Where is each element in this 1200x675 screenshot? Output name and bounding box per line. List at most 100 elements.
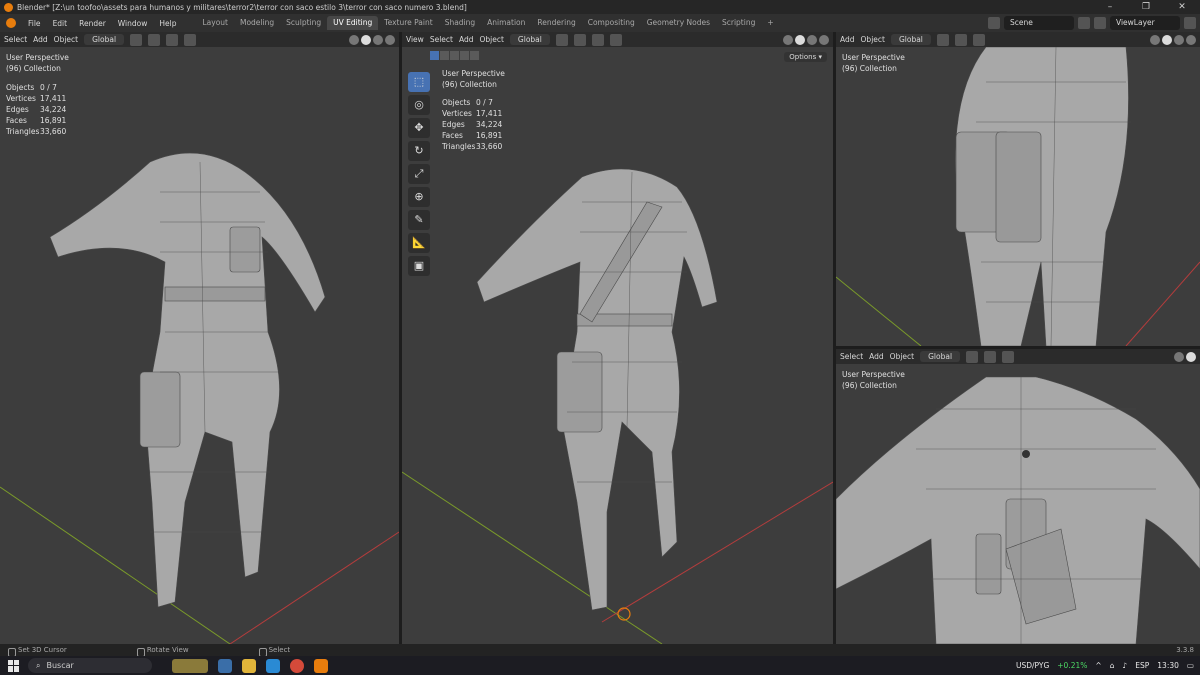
3d-cursor-icon[interactable] [617,607,631,621]
select-subtract-icon[interactable] [450,51,459,60]
object-menu[interactable]: Object [861,35,885,44]
tab-scripting[interactable]: Scripting [716,16,761,30]
scene-field[interactable]: Scene [1004,16,1074,30]
select-menu[interactable]: Select [430,35,453,44]
language-indicator[interactable]: ESP [1135,661,1149,670]
chevron-up-icon[interactable]: ^ [1095,661,1101,670]
rendered-shading-icon[interactable] [819,34,829,45]
snap-icon[interactable] [148,33,161,46]
tab-texture-paint[interactable]: Texture Paint [378,16,438,30]
remove-viewlayer-icon[interactable] [1184,17,1196,29]
rendered-shading-icon[interactable] [1186,34,1196,45]
menu-window[interactable]: Window [112,19,154,28]
tab-rendering[interactable]: Rendering [531,16,581,30]
news-widget-icon[interactable] [172,658,208,673]
object-menu[interactable]: Object [54,35,78,44]
wireframe-shading-icon[interactable] [1174,351,1184,362]
pivot-icon[interactable] [555,33,568,46]
viewport-top-right[interactable]: Add Object Global User Perspective (96) … [836,32,1200,346]
close-button[interactable]: ✕ [1164,0,1200,14]
tab-uv-editing[interactable]: UV Editing [327,16,379,30]
tab-animation[interactable]: Animation [481,16,531,30]
wireframe-shading-icon[interactable] [783,34,793,45]
rendered-shading-icon[interactable] [385,34,395,45]
select-intersect-icon[interactable] [470,51,479,60]
overlay-icon[interactable] [184,33,197,46]
annotate-tool-icon[interactable]: ✎ [408,210,430,230]
viewport-left[interactable]: Select Add Object Global User Perspectiv… [0,32,399,644]
file-explorer-icon[interactable] [242,658,256,673]
proportional-edit-icon[interactable] [166,33,179,46]
proportional-edit-icon[interactable] [591,33,604,46]
select-extend-icon[interactable] [440,51,449,60]
orientation-dropdown[interactable]: Global [920,351,961,362]
solid-shading-icon[interactable] [1186,351,1196,362]
tab-modeling[interactable]: Modeling [234,16,280,30]
pivot-icon[interactable] [936,33,949,46]
clock[interactable]: 13:30 [1157,661,1179,670]
material-shading-icon[interactable] [1174,34,1184,45]
menu-file[interactable]: File [22,19,47,28]
add-menu[interactable]: Add [840,35,855,44]
rotate-tool-icon[interactable]: ↻ [408,141,430,161]
tab-sculpting[interactable]: Sculpting [280,16,327,30]
menu-help[interactable]: Help [153,19,182,28]
object-menu[interactable]: Object [890,352,914,361]
object-menu[interactable]: Object [479,35,503,44]
select-new-icon[interactable] [430,51,439,60]
add-workspace-button[interactable]: + [761,16,779,30]
viewport-center[interactable]: View Select Add Object Global Options ▾ … [402,32,833,644]
overlay-icon[interactable] [972,33,985,46]
snap-icon[interactable] [954,33,967,46]
tab-shading[interactable]: Shading [439,16,481,30]
add-cube-tool-icon[interactable]: ▣ [408,256,430,276]
snap-icon[interactable] [573,33,586,46]
transform-tool-icon[interactable]: ⊕ [408,187,430,207]
measure-tool-icon[interactable]: 📐 [408,233,430,253]
cursor-tool-icon[interactable]: ◎ [408,95,430,115]
orientation-dropdown[interactable]: Global [890,34,931,45]
blender-menu-icon[interactable] [6,18,16,28]
volume-icon[interactable]: ♪ [1122,661,1127,670]
select-box-tool-icon[interactable]: ⬚ [408,72,430,92]
move-tool-icon[interactable]: ✥ [408,118,430,138]
scene-icon[interactable] [988,17,1000,29]
add-menu[interactable]: Add [33,35,48,44]
orientation-dropdown[interactable]: Global [509,34,550,45]
minimize-button[interactable]: – [1092,0,1128,14]
tab-layout[interactable]: Layout [196,16,234,30]
maximize-button[interactable]: ❐ [1128,0,1164,14]
edge-browser-icon[interactable] [266,658,280,673]
options-dropdown[interactable]: Options ▾ [784,52,827,62]
select-menu[interactable]: Select [840,352,863,361]
pivot-icon[interactable] [130,33,143,46]
viewlayer-field[interactable]: ViewLayer [1110,16,1180,30]
viewlayer-icon[interactable] [1094,17,1106,29]
select-invert-icon[interactable] [460,51,469,60]
menu-edit[interactable]: Edit [47,19,74,28]
material-shading-icon[interactable] [807,34,817,45]
chrome-browser-icon[interactable] [290,658,304,673]
wireframe-shading-icon[interactable] [1150,34,1160,45]
windows-start-icon[interactable] [8,659,20,672]
network-icon[interactable]: ⌂ [1110,661,1115,670]
solid-shading-icon[interactable] [1162,34,1172,45]
orientation-dropdown[interactable]: Global [84,34,125,45]
blender-taskbar-icon[interactable] [314,658,328,673]
menu-render[interactable]: Render [73,19,112,28]
viewport-bottom-right[interactable]: Select Add Object Global User Perspectiv… [836,349,1200,644]
snap-icon[interactable] [984,350,997,363]
view-menu[interactable]: View [406,35,424,44]
select-menu[interactable]: Select [4,35,27,44]
solid-shading-icon[interactable] [361,34,371,45]
notifications-icon[interactable]: ▭ [1187,661,1194,670]
task-view-icon[interactable] [218,658,232,673]
wireframe-shading-icon[interactable] [349,34,359,45]
material-shading-icon[interactable] [373,34,383,45]
overlay-icon[interactable] [609,33,622,46]
tab-compositing[interactable]: Compositing [582,16,641,30]
pin-icon[interactable] [1078,17,1090,29]
add-menu[interactable]: Add [869,352,884,361]
add-menu[interactable]: Add [459,35,474,44]
pivot-icon[interactable] [966,350,979,363]
